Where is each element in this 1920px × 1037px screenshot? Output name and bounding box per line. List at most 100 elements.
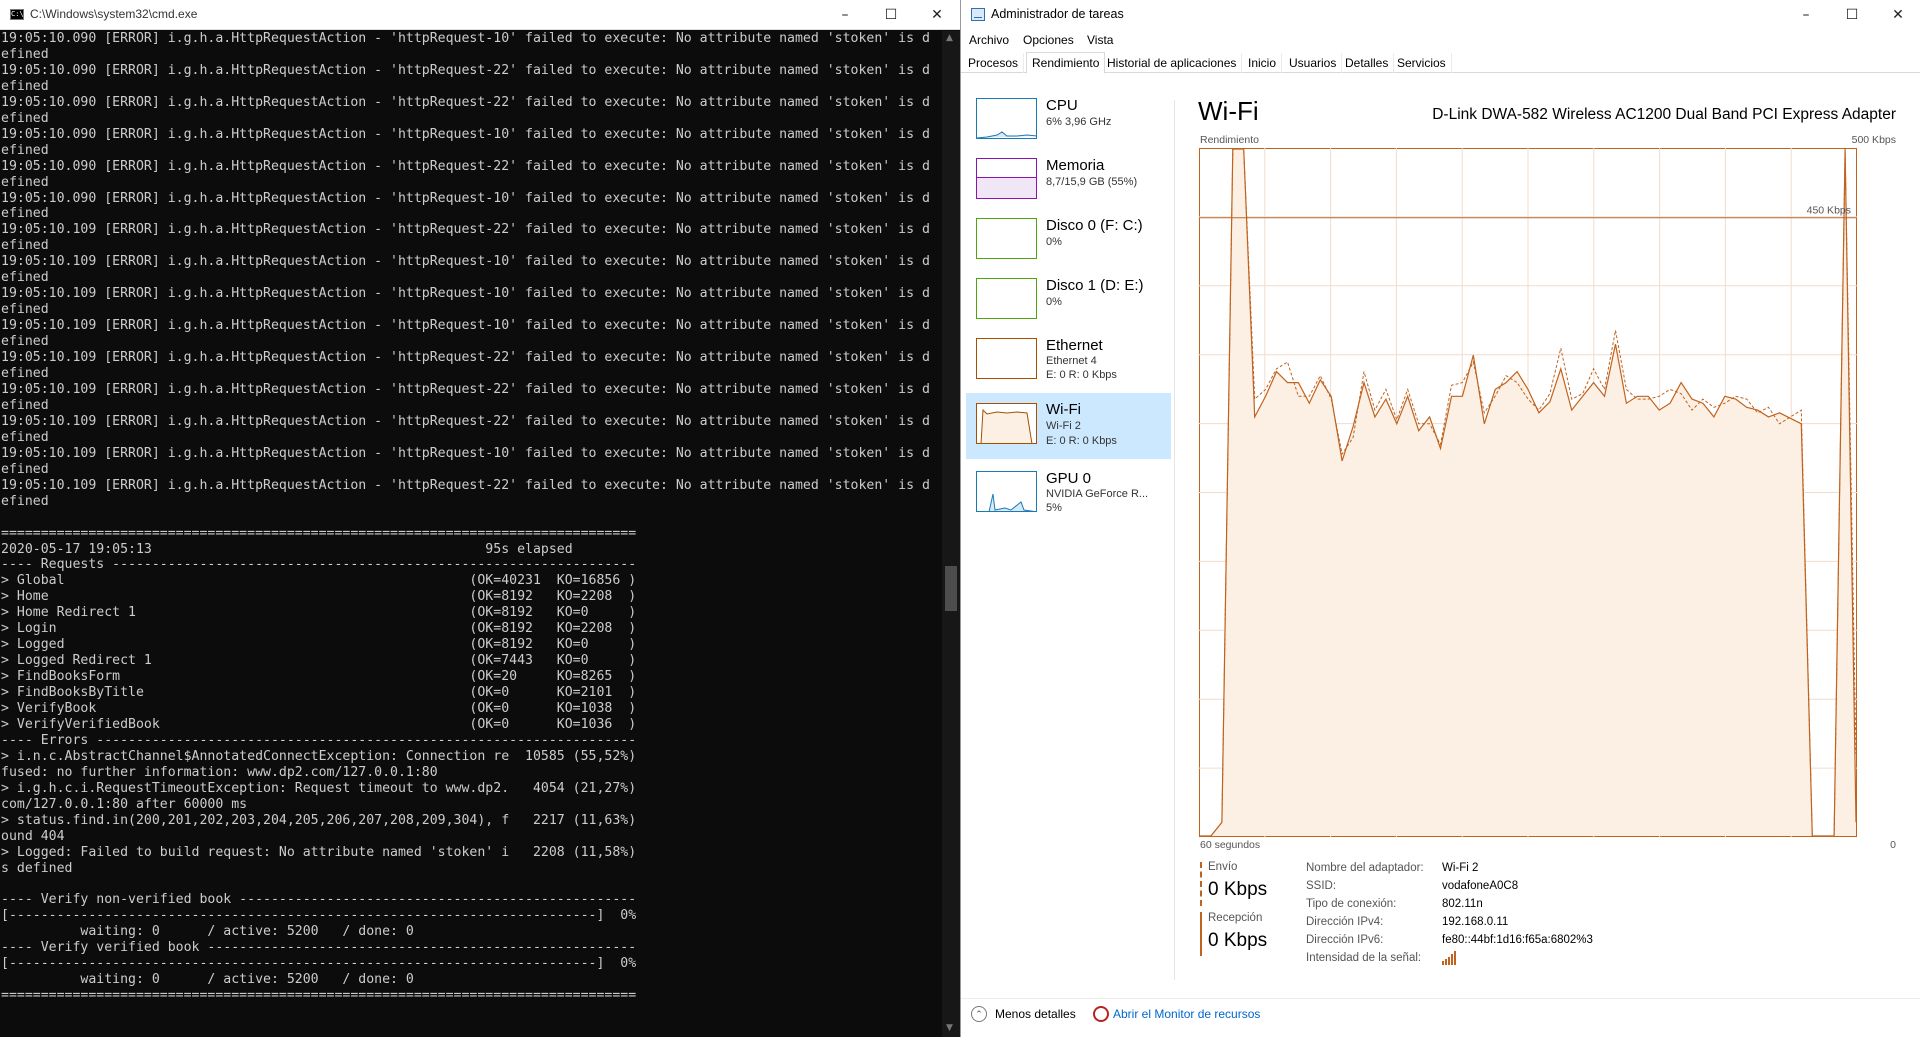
cmd-app-icon: C:\ <box>10 9 24 20</box>
sidebar-sub-disco0: 0% <box>1046 236 1062 248</box>
prop-key-signal: Intensidad de la señal: <box>1306 952 1422 964</box>
tab-usuarios[interactable]: Usuarios <box>1284 53 1343 73</box>
receive-value: 0 Kbps <box>1208 930 1268 951</box>
console-line: > FindBooksForm (OK=20 KO=8265 ) <box>1 669 637 685</box>
tab-inicio[interactable]: Inicio <box>1243 53 1283 73</box>
menu-bar: Archivo Opciones Vista <box>961 30 1920 50</box>
resource-monitor-icon[interactable] <box>1093 1006 1109 1022</box>
tab-historial[interactable]: Historial de aplicaciones <box>1102 53 1243 73</box>
tab-rendimiento[interactable]: Rendimiento <box>1026 52 1106 74</box>
send-label: Envío <box>1208 861 1238 873</box>
sidebar-item-wifi[interactable]: Wi-Fi Wi-Fi 2 E: 0 R: 0 Kbps <box>966 393 1171 459</box>
console-line: efined <box>1 334 49 350</box>
tab-detalles[interactable]: Detalles <box>1340 53 1395 73</box>
console-line: > i.g.h.c.i.RequestTimeoutException: Req… <box>1 780 637 796</box>
chart-x-left-label: 60 segundos <box>1200 839 1261 851</box>
sidebar-item-cpu[interactable]: CPU 6% 3,96 GHz <box>966 92 1171 148</box>
console-line: 19:05:10.109 [ERROR] i.g.h.a.HttpRequest… <box>1 350 930 366</box>
sidebar-item-disco1[interactable]: Disco 1 (D: E:) 0% <box>966 272 1171 328</box>
disk0-thumbnail <box>976 218 1037 259</box>
console-line: com/127.0.0.1:80 after 60000 ms <box>1 796 248 812</box>
prop-value-ssid: vodafoneA0C8 <box>1442 880 1519 892</box>
scroll-up-icon[interactable]: ▲ <box>946 33 953 43</box>
console-line: 19:05:10.109 [ERROR] i.g.h.a.HttpRequest… <box>1 381 930 397</box>
console-line: ========================================… <box>1 988 637 1004</box>
menu-archivo[interactable]: Archivo <box>969 33 1009 47</box>
signal-strength-icon <box>1442 951 1456 965</box>
wifi-sparkline <box>980 408 1033 443</box>
console-line: 19:05:10.090 [ERROR] i.g.h.a.HttpRequest… <box>1 126 930 142</box>
performance-sidebar: CPU 6% 3,96 GHz Memoria 8,7/15,9 GB (55%… <box>961 73 1171 993</box>
console-line: ---- Errors ----------------------------… <box>1 732 637 748</box>
console-line: > VerifyBook (OK=0 KO=1038 ) <box>1 701 637 717</box>
console-line: efined <box>1 174 49 190</box>
memory-thumbnail <box>976 158 1037 199</box>
sidebar-label-wifi: Wi-Fi <box>1046 401 1081 418</box>
sidebar-sub-ethernet: Ethernet 4 <box>1046 355 1097 367</box>
task-manager-icon <box>971 8 985 21</box>
console-line: 19:05:10.109 [ERROR] i.g.h.a.HttpRequest… <box>1 413 930 429</box>
tm-close-button[interactable]: ✕ <box>1875 0 1920 30</box>
cmd-close-button[interactable]: ✕ <box>914 0 960 30</box>
console-line: 19:05:10.090 [ERROR] i.g.h.a.HttpRequest… <box>1 94 930 110</box>
cmd-console[interactable]: 19:05:10.090 [ERROR] i.g.h.a.HttpRequest… <box>0 31 942 1037</box>
sidebar-item-gpu[interactable]: GPU 0 NVIDIA GeForce R... 5% <box>966 465 1171 521</box>
sidebar-item-disco0[interactable]: Disco 0 (F: C:) 0% <box>966 212 1171 268</box>
sidebar-item-ethernet[interactable]: Ethernet Ethernet 4 E: 0 R: 0 Kbps <box>966 332 1171 388</box>
tm-titlebar[interactable]: Administrador de tareas – ☐ ✕ <box>961 0 1920 30</box>
prop-key-ipv6: Dirección IPv6: <box>1306 934 1384 946</box>
console-line: > Logged Redirect 1 (OK=7443 KO=0 ) <box>1 653 637 669</box>
cmd-minimize-button[interactable]: – <box>822 0 868 30</box>
cmd-window: C:\ C:\Windows\system32\cmd.exe – ☐ ✕ 19… <box>0 0 960 1037</box>
tab-bar: Procesos Rendimiento Historial de aplica… <box>961 51 1920 74</box>
console-line: > Logged: Failed to build request: No at… <box>1 844 637 860</box>
menu-opciones[interactable]: Opciones <box>1023 33 1074 47</box>
console-line: efined <box>1 46 49 62</box>
chart-label: Rendimiento <box>1200 134 1259 146</box>
console-line: ---- Requests --------------------------… <box>1 557 637 573</box>
console-line: efined <box>1 397 49 413</box>
adapter-name: D-Link DWA-582 Wireless AC1200 Dual Band… <box>1432 106 1896 123</box>
scroll-down-icon[interactable]: ▼ <box>946 1023 953 1033</box>
scrollbar-thumb[interactable] <box>945 566 957 611</box>
console-line: efined <box>1 110 49 126</box>
gpu-sparkline <box>988 493 1035 511</box>
tm-maximize-button[interactable]: ☐ <box>1829 0 1875 30</box>
cmd-scrollbar[interactable]: ▲ ▼ <box>942 31 960 1037</box>
sidebar-sub-memoria: 8,7/15,9 GB (55%) <box>1046 176 1138 188</box>
ethernet-thumbnail <box>976 338 1037 379</box>
console-line: ---- Verify verified book --------------… <box>1 940 637 956</box>
wifi-thumbnail <box>976 403 1037 444</box>
console-line: efined <box>1 238 49 254</box>
tm-minimize-button[interactable]: – <box>1783 0 1829 30</box>
tab-procesos[interactable]: Procesos <box>963 53 1025 73</box>
sidebar-label-disco1: Disco 1 (D: E:) <box>1046 277 1144 294</box>
open-resource-monitor-link[interactable]: Abrir el Monitor de recursos <box>1113 1007 1260 1021</box>
console-line: 19:05:10.090 [ERROR] i.g.h.a.HttpRequest… <box>1 62 930 78</box>
console-line: 19:05:10.109 [ERROR] i.g.h.a.HttpRequest… <box>1 318 930 334</box>
cmd-maximize-button[interactable]: ☐ <box>868 0 914 30</box>
console-line: efined <box>1 78 49 94</box>
prop-key-adapter: Nombre del adaptador: <box>1306 862 1424 874</box>
sidebar-item-memoria[interactable]: Memoria 8,7/15,9 GB (55%) <box>966 152 1171 208</box>
tab-servicios[interactable]: Servicios <box>1392 53 1452 73</box>
sidebar-usage-gpu: 5% <box>1046 502 1062 514</box>
console-line: efined <box>1 429 49 445</box>
sidebar-label-gpu: GPU 0 <box>1046 470 1092 487</box>
sidebar-sub-gpu: NVIDIA GeForce R... <box>1046 488 1149 500</box>
menu-vista[interactable]: Vista <box>1087 33 1113 47</box>
chevron-up-icon[interactable]: ⌃ <box>971 1006 987 1022</box>
gpu-thumbnail <box>976 471 1037 512</box>
console-line: efined <box>1 302 49 318</box>
sidebar-sub-disco1: 0% <box>1046 296 1062 308</box>
cmd-titlebar[interactable]: C:\ C:\Windows\system32\cmd.exe – ☐ ✕ <box>0 0 960 30</box>
disk1-thumbnail <box>976 278 1037 319</box>
console-line: efined <box>1 142 49 158</box>
sidebar-rate-wifi: E: 0 R: 0 Kbps <box>1046 435 1117 447</box>
prop-value-ipv6: fe80::44bf:1d16:f65a:6802%3 <box>1442 934 1593 946</box>
prop-value-conn: 802.11n <box>1442 898 1483 910</box>
console-line: > Home Redirect 1 (OK=8192 KO=0 ) <box>1 605 637 621</box>
fewer-details-button[interactable]: Menos detalles <box>995 1007 1076 1021</box>
send-indicator <box>1200 862 1202 906</box>
